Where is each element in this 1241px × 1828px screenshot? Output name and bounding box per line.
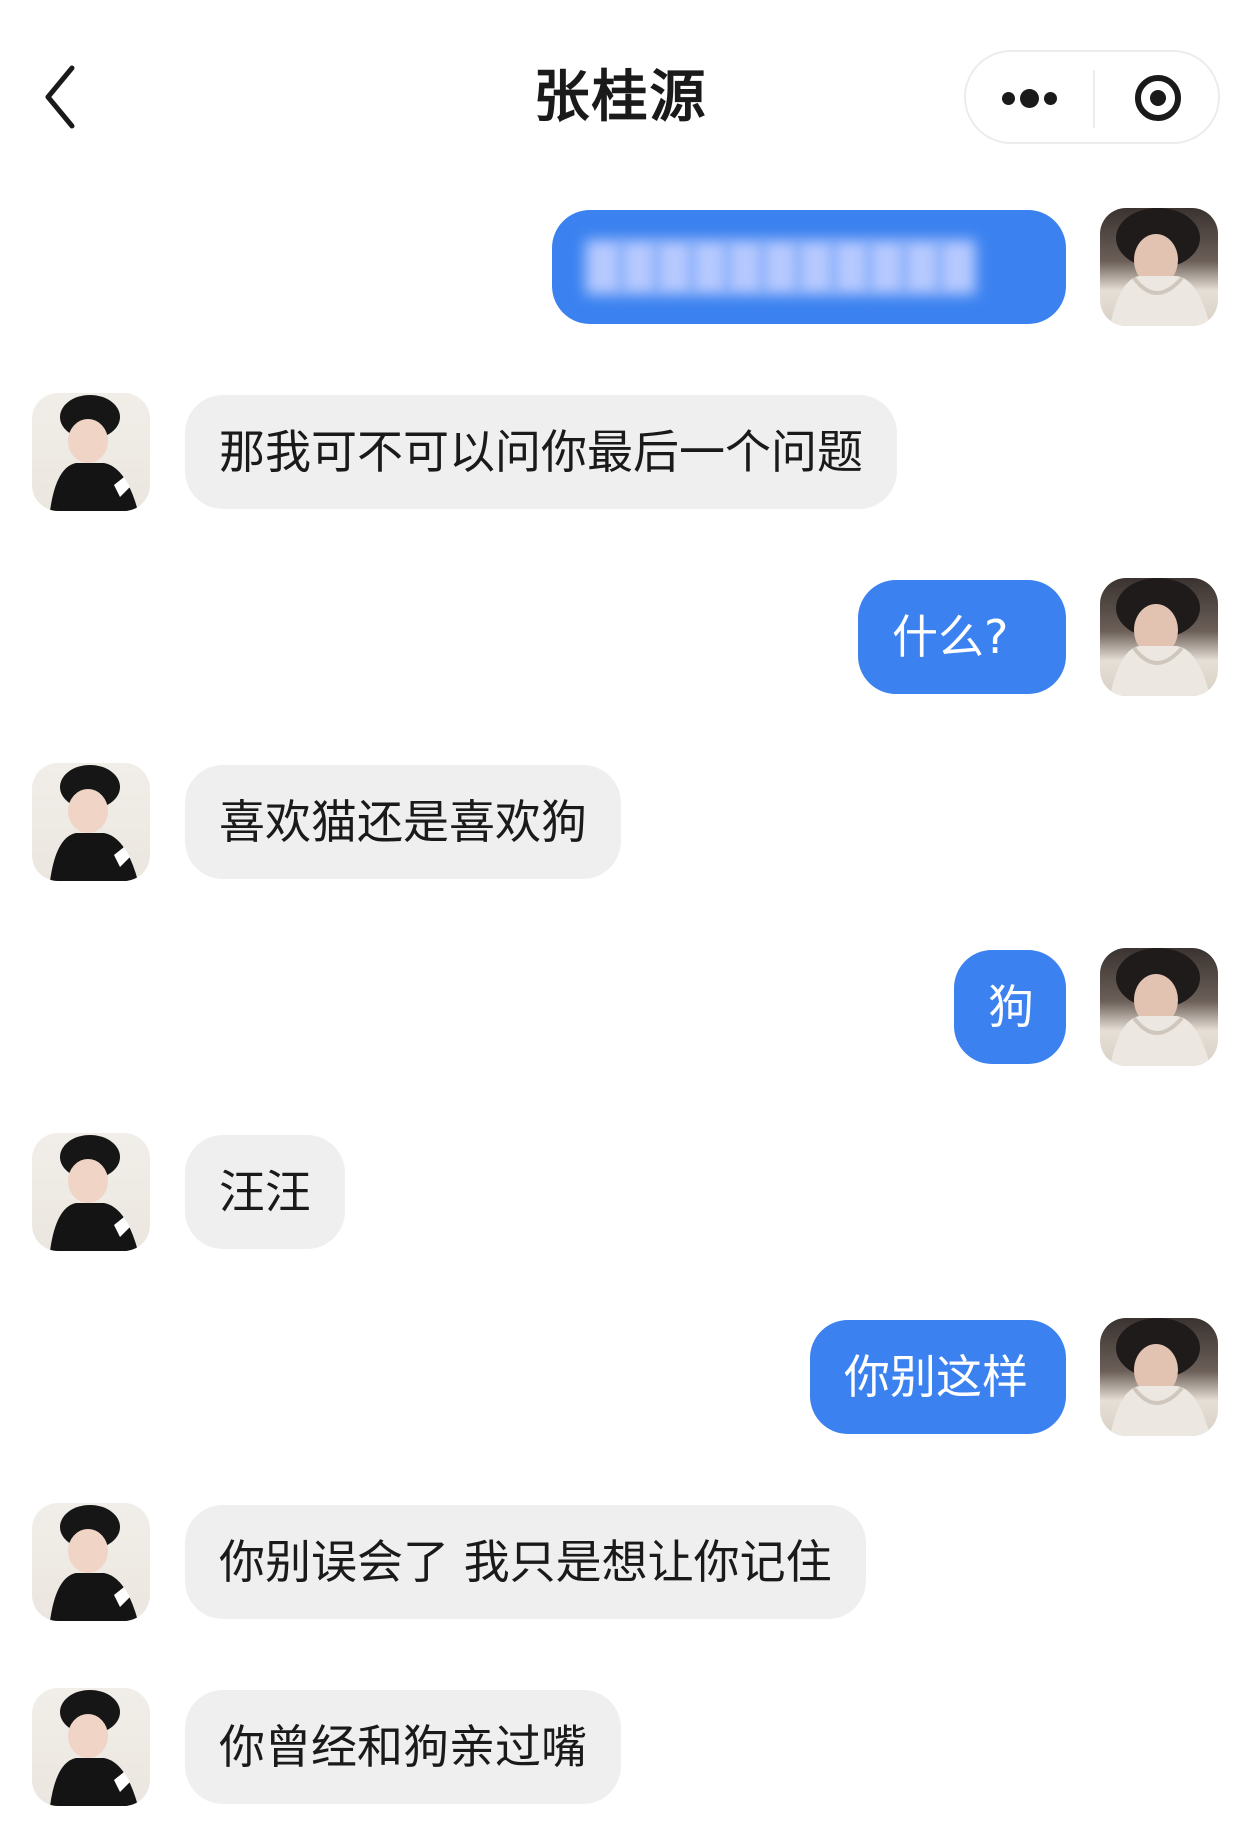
avatar[interactable] bbox=[1100, 948, 1218, 1066]
avatar[interactable] bbox=[1100, 578, 1218, 696]
message-bubble[interactable]: 你曾经和狗亲过嘴 bbox=[185, 1690, 621, 1804]
message-bubble[interactable]: 你别这样 bbox=[810, 1320, 1066, 1434]
message-bubble[interactable]: ███████████ bbox=[552, 210, 1066, 324]
avatar[interactable] bbox=[32, 393, 150, 511]
message-bubble[interactable]: 那我可不可以问你最后一个问题 bbox=[185, 395, 897, 509]
top-nav-bar: 张桂源 bbox=[0, 0, 1241, 200]
blurred-text: ███████████ bbox=[586, 240, 976, 294]
more-dots-icon bbox=[1002, 88, 1062, 108]
avatar[interactable] bbox=[1100, 1318, 1218, 1436]
more-button[interactable] bbox=[966, 52, 1093, 142]
avatar[interactable] bbox=[32, 1503, 150, 1621]
message-bubble[interactable]: 喜欢猫还是喜欢狗 bbox=[185, 765, 621, 879]
close-button[interactable] bbox=[1095, 52, 1218, 142]
target-circle-icon bbox=[1135, 75, 1181, 121]
mini-program-capsule bbox=[964, 50, 1220, 144]
avatar[interactable] bbox=[32, 763, 150, 881]
message-bubble[interactable]: 狗 bbox=[954, 950, 1066, 1064]
message-bubble[interactable]: 什么? bbox=[858, 580, 1066, 694]
message-bubble[interactable]: 汪汪 bbox=[185, 1135, 345, 1249]
avatar[interactable] bbox=[1100, 208, 1218, 326]
avatar[interactable] bbox=[32, 1133, 150, 1251]
message-bubble[interactable]: 你别误会了 我只是想让你记住 bbox=[185, 1505, 866, 1619]
avatar[interactable] bbox=[32, 1688, 150, 1806]
